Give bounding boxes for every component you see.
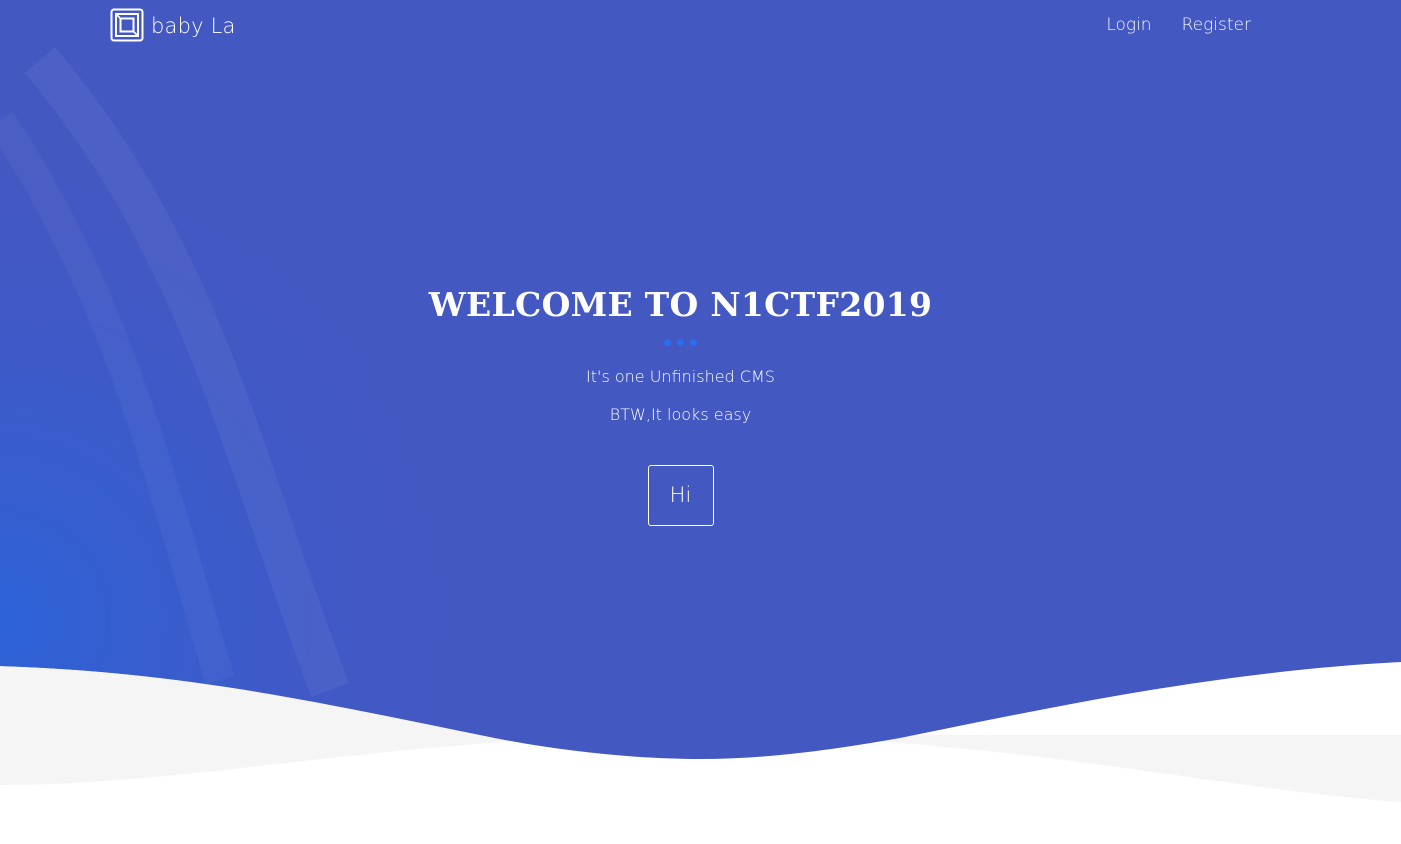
nav-links: Login Register [1106, 12, 1251, 38]
register-link[interactable]: Register [1182, 12, 1251, 38]
hero-subtitle: It's one Unfinished CMS [586, 367, 775, 386]
top-navbar: baby La Login Register [0, 0, 1401, 52]
brand-link[interactable]: baby La [110, 8, 236, 42]
three-dots-icon [0, 339, 1361, 351]
hero-title: WELCOME TO N1CTF2019 [428, 285, 933, 324]
dot [690, 339, 697, 346]
hero-tagline: BTW,It looks easy [609, 405, 752, 424]
dot [677, 339, 684, 346]
hi-button[interactable]: Hi [647, 465, 714, 526]
login-link[interactable]: Login [1106, 12, 1151, 38]
book-frame-icon [110, 8, 144, 42]
dot [664, 339, 671, 346]
hero-section: WELCOME TO N1CTF2019 It's one Unfinished… [0, 280, 1361, 526]
page: baby La Login Register WELCOME TO N1CTF2… [0, 0, 1401, 844]
brand-name: baby La [151, 14, 236, 38]
